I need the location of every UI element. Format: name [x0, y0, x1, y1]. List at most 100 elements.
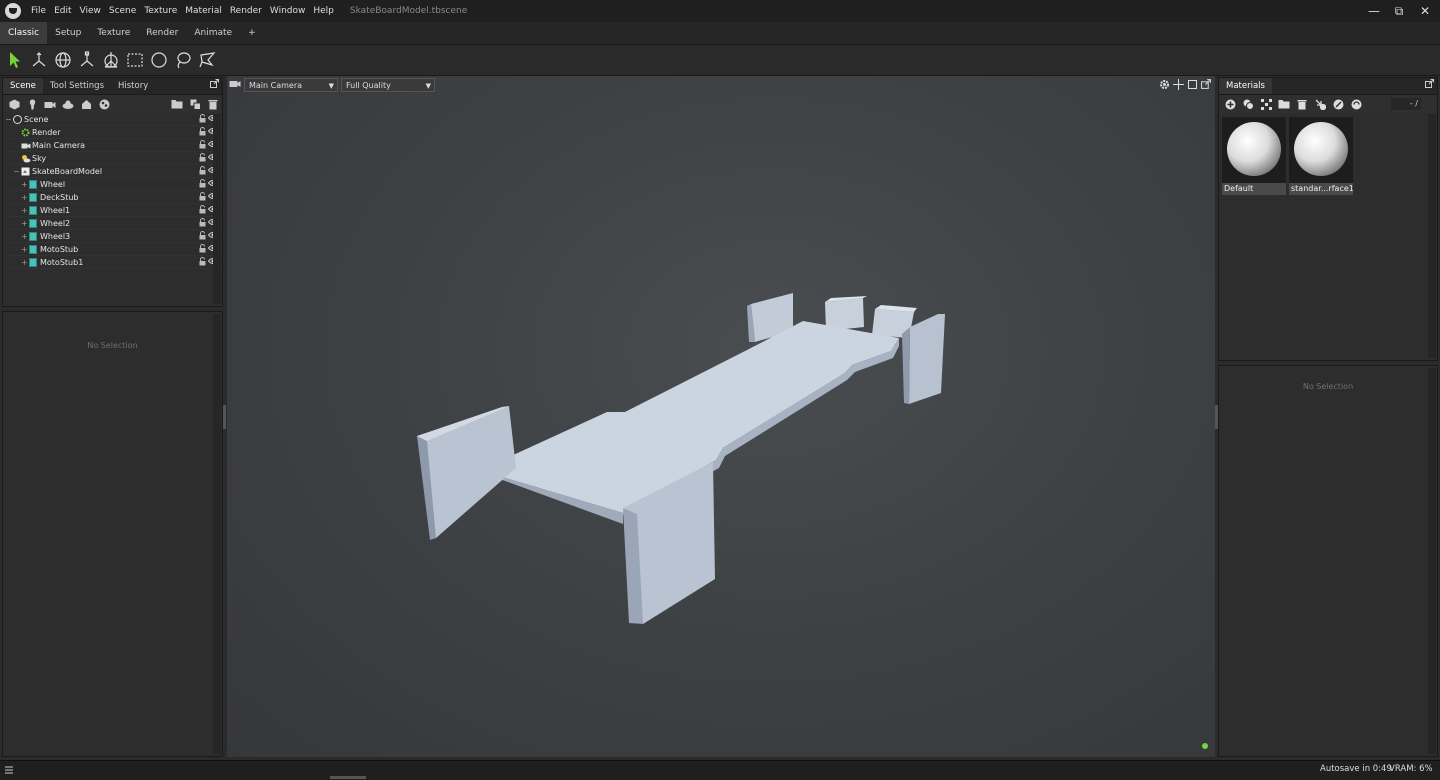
lock-icon[interactable]	[199, 114, 206, 125]
select-tool-icon[interactable]	[3, 48, 27, 72]
duplicate-material-icon[interactable]	[1239, 96, 1257, 112]
tab-tool-settings[interactable]: Tool Settings	[43, 78, 111, 94]
menu-window[interactable]: Window	[266, 0, 310, 22]
material-page-indicator[interactable]: - /	[1391, 98, 1421, 110]
material-assign-icon[interactable]	[1311, 96, 1329, 112]
tree-row[interactable]: Main Camera	[3, 139, 222, 152]
tree-row[interactable]: + Wheel1	[3, 204, 222, 217]
rotate-tool-icon[interactable]	[51, 48, 75, 72]
tab-scene[interactable]: Scene	[3, 78, 43, 94]
material-properties-panel: No Selection	[1218, 365, 1438, 757]
material-thumb-default[interactable]: Default	[1222, 117, 1286, 195]
menu-texture[interactable]: Texture	[140, 0, 181, 22]
tab-texture[interactable]: Texture	[89, 22, 138, 44]
material-sync-icon[interactable]	[1347, 96, 1365, 112]
tab-setup[interactable]: Setup	[47, 22, 89, 44]
expand-icon[interactable]: +	[21, 193, 29, 202]
tab-render[interactable]: Render	[138, 22, 186, 44]
material-thumb-standard-surface[interactable]: standar...rface1	[1289, 117, 1353, 195]
polygon-select-icon[interactable]	[195, 48, 219, 72]
menu-material[interactable]: Material	[181, 0, 226, 22]
menu-view[interactable]: View	[76, 0, 105, 22]
materials-scrollbar[interactable]	[1428, 114, 1436, 358]
add-sky-icon[interactable]	[59, 96, 77, 112]
lock-icon[interactable]	[199, 218, 206, 229]
tree-row[interactable]: + Wheel3	[3, 230, 222, 243]
expand-icon[interactable]: +	[21, 258, 29, 267]
cube-icon	[29, 179, 39, 189]
lock-icon[interactable]	[199, 244, 206, 255]
expand-icon[interactable]: −	[5, 115, 13, 124]
tab-history[interactable]: History	[111, 78, 155, 94]
status-resize-handle[interactable]	[330, 776, 366, 779]
menu-edit[interactable]: Edit	[50, 0, 75, 22]
expand-icon[interactable]: +	[21, 245, 29, 254]
duplicate-icon[interactable]	[186, 96, 204, 112]
material-grid-icon[interactable]	[1257, 96, 1275, 112]
add-shader-icon[interactable]	[77, 96, 95, 112]
tab-animate[interactable]: Animate	[186, 22, 240, 44]
lock-icon[interactable]	[199, 179, 206, 190]
move-tool-icon[interactable]	[27, 48, 51, 72]
menu-file[interactable]: File	[27, 0, 50, 22]
tree-row[interactable]: Render	[3, 126, 222, 139]
expand-icon[interactable]: +	[21, 232, 29, 241]
material-pick-icon[interactable]	[1329, 96, 1347, 112]
lock-icon[interactable]	[199, 127, 206, 138]
properties-scrollbar[interactable]	[213, 314, 221, 754]
wheel-mesh	[417, 406, 516, 540]
expand-icon[interactable]: +	[21, 180, 29, 189]
material-properties-scrollbar[interactable]	[1428, 368, 1436, 754]
expand-icon[interactable]: −	[13, 167, 21, 176]
3d-viewport[interactable]: Main Camera ▼ Full Quality ▼	[227, 76, 1215, 757]
circle-select-icon[interactable]	[147, 48, 171, 72]
maximize-button[interactable]: ⧉	[1385, 0, 1413, 22]
material-folder-icon[interactable]	[1275, 96, 1293, 112]
vram-status: VRAM: 6%	[1389, 764, 1433, 774]
menu-scene[interactable]: Scene	[105, 0, 140, 22]
lock-icon[interactable]	[199, 192, 206, 203]
tree-row[interactable]: + Wheel2	[3, 217, 222, 230]
add-camera-icon[interactable]	[41, 96, 59, 112]
tree-row[interactable]: Sky	[3, 152, 222, 165]
add-material-icon[interactable]	[95, 96, 113, 112]
tab-materials[interactable]: Materials	[1219, 78, 1272, 94]
expand-icon[interactable]: +	[21, 206, 29, 215]
folder-icon[interactable]	[168, 96, 186, 112]
scene-tree-scrollbar[interactable]	[213, 114, 221, 304]
close-button[interactable]: ✕	[1411, 0, 1439, 22]
new-material-icon[interactable]	[1221, 96, 1239, 112]
tree-item-label: MotoStub	[40, 244, 79, 254]
scale-tool-icon[interactable]	[75, 48, 99, 72]
add-object-icon[interactable]	[5, 96, 23, 112]
tree-row[interactable]: − SkateBoardModel	[3, 165, 222, 178]
material-delete-icon[interactable]	[1293, 96, 1311, 112]
delete-icon[interactable]	[204, 96, 222, 112]
tree-row[interactable]: − Scene	[3, 113, 222, 126]
menu-help[interactable]: Help	[309, 0, 338, 22]
lock-icon[interactable]	[199, 153, 206, 164]
popout-icon[interactable]	[210, 78, 222, 94]
lasso-select-icon[interactable]	[171, 48, 195, 72]
minimize-button[interactable]: —	[1360, 0, 1388, 22]
lock-icon[interactable]	[199, 166, 206, 177]
skateboard-model[interactable]	[227, 76, 1215, 757]
tab-classic[interactable]: Classic	[0, 22, 48, 44]
add-light-icon[interactable]	[23, 96, 41, 112]
tree-row[interactable]: + MotoStub	[3, 243, 222, 256]
popout-icon[interactable]	[1425, 78, 1437, 94]
log-icon[interactable]	[4, 765, 14, 778]
lock-icon[interactable]	[199, 257, 206, 268]
add-tab-button[interactable]: +	[240, 22, 264, 44]
expand-icon[interactable]: +	[21, 219, 29, 228]
lock-icon[interactable]	[199, 205, 206, 216]
tree-row[interactable]: + MotoStub1	[3, 256, 222, 269]
left-splitter[interactable]	[223, 405, 226, 429]
tree-row[interactable]: + DeckStub	[3, 191, 222, 204]
lock-icon[interactable]	[199, 231, 206, 242]
menu-render[interactable]: Render	[226, 0, 266, 22]
rect-select-icon[interactable]	[123, 48, 147, 72]
lock-icon[interactable]	[199, 140, 206, 151]
transform-tool-icon[interactable]	[99, 48, 123, 72]
tree-row[interactable]: + Wheel	[3, 178, 222, 191]
